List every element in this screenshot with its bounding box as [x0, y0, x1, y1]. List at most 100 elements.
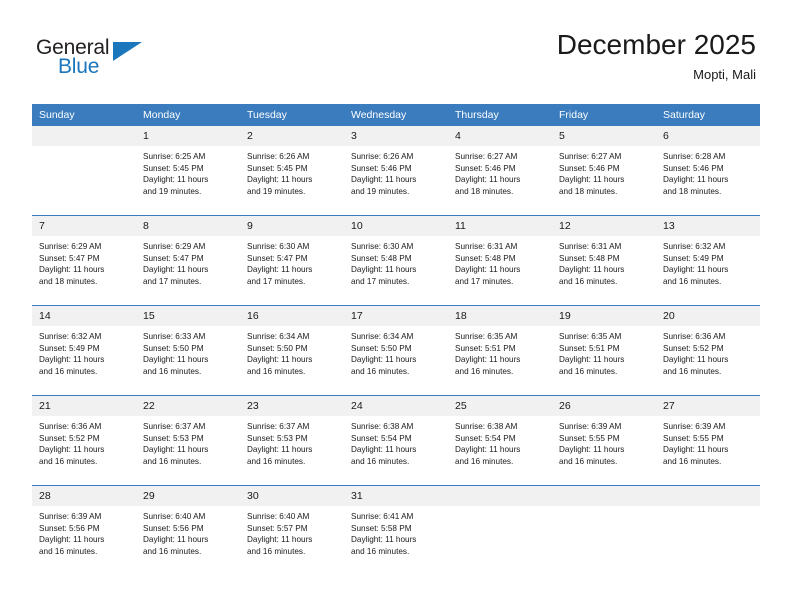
daylight-text-line2: and 16 minutes. — [143, 456, 202, 466]
sunset-text: Sunset: 5:48 PM — [559, 253, 620, 263]
daylight-text-line2: and 17 minutes. — [143, 276, 202, 286]
day-number: 5 — [552, 126, 656, 146]
daylight-text-line1: Daylight: 11 hours — [247, 265, 313, 275]
sunset-text: Sunset: 5:47 PM — [39, 253, 100, 263]
daylight-text-line2: and 16 minutes. — [559, 456, 618, 466]
day-cell-10[interactable]: 10 Sunrise: 6:30 AM Sunset: 5:48 PM Dayligh… — [344, 215, 448, 306]
sunset-text: Sunset: 5:48 PM — [351, 253, 412, 263]
daylight-text-line1: Daylight: 11 hours — [559, 175, 625, 185]
daylight-text-line1: Daylight: 11 hours — [351, 355, 417, 365]
calendar-table: Sunday Monday Tuesday Wednesday Thursday Frid… — [32, 104, 760, 575]
sunset-text: Sunset: 5:46 PM — [351, 163, 412, 173]
day-number: 14 — [32, 306, 136, 326]
sunrise-text: Sunrise: 6:40 AM — [247, 512, 310, 521]
day-details: Sunrise: 6:36 AM Sunset: 5:52 PM Daylight:… — [32, 416, 136, 467]
day-cell-16[interactable]: 16 Sunrise: 6:34 AM Sunset: 5:50 PM Dayligh… — [240, 305, 344, 396]
daylight-text-line2: and 16 minutes. — [247, 546, 306, 556]
day-cell-27[interactable]: 27 Sunrise: 6:39 AM Sunset: 5:55 PM Dayligh… — [656, 395, 760, 486]
weekday-header-sunday: Sunday — [32, 104, 136, 126]
day-cell-1[interactable]: 1 Sunrise: 6:25 AM Sunset: 5:45 PM Daylight… — [136, 126, 240, 216]
daylight-text-line1: Daylight: 11 hours — [663, 265, 729, 275]
day-details: Sunrise: 6:29 AM Sunset: 5:47 PM Daylight:… — [32, 236, 136, 287]
daylight-text-line2: and 16 minutes. — [559, 276, 618, 286]
day-cell-9[interactable]: 9 Sunrise: 6:30 AM Sunset: 5:47 PM Daylight… — [240, 215, 344, 306]
day-cell-14[interactable]: 14 Sunrise: 6:32 AM Sunset: 5:49 PM Dayligh… — [32, 305, 136, 396]
daylight-text-line2: and 16 minutes. — [143, 366, 202, 376]
day-cell-20[interactable]: 20 Sunrise: 6:36 AM Sunset: 5:52 PM Dayligh… — [656, 305, 760, 396]
day-cell-30[interactable]: 30 Sunrise: 6:40 AM Sunset: 5:57 PM Dayligh… — [240, 485, 344, 575]
sunset-text: Sunset: 5:48 PM — [455, 253, 516, 263]
day-cell-4[interactable]: 4 Sunrise: 6:27 AM Sunset: 5:46 PM Daylight… — [448, 126, 552, 216]
day-cell-21[interactable]: 21 Sunrise: 6:36 AM Sunset: 5:52 PM Dayligh… — [32, 395, 136, 486]
sunrise-text: Sunrise: 6:35 AM — [559, 332, 622, 341]
day-number: 9 — [240, 216, 344, 236]
daylight-text-line2: and 19 minutes. — [247, 186, 306, 196]
day-cell-23[interactable]: 23 Sunrise: 6:37 AM Sunset: 5:53 PM Dayligh… — [240, 395, 344, 486]
sunrise-text: Sunrise: 6:26 AM — [351, 152, 414, 161]
daylight-text-line1: Daylight: 11 hours — [247, 355, 313, 365]
day-cell-19[interactable]: 19 Sunrise: 6:35 AM Sunset: 5:51 PM Dayligh… — [552, 305, 656, 396]
day-number: 22 — [136, 396, 240, 416]
day-cell-15[interactable]: 15 Sunrise: 6:33 AM Sunset: 5:50 PM Dayligh… — [136, 305, 240, 396]
day-details: Sunrise: 6:29 AM Sunset: 5:47 PM Daylight:… — [136, 236, 240, 287]
calendar-week-row: 14 Sunrise: 6:32 AM Sunset: 5:49 PM Dayligh… — [32, 305, 760, 396]
weekday-header-tuesday: Tuesday — [240, 104, 344, 126]
sunset-text: Sunset: 5:51 PM — [455, 343, 516, 353]
day-details: Sunrise: 6:36 AM Sunset: 5:52 PM Daylight:… — [656, 326, 760, 377]
day-details: Sunrise: 6:35 AM Sunset: 5:51 PM Daylight:… — [552, 326, 656, 377]
daylight-text-line1: Daylight: 11 hours — [559, 265, 625, 275]
day-cell-12[interactable]: 12 Sunrise: 6:31 AM Sunset: 5:48 PM Dayligh… — [552, 215, 656, 306]
day-details: Sunrise: 6:33 AM Sunset: 5:50 PM Daylight:… — [136, 326, 240, 377]
day-cell-31[interactable]: 31 Sunrise: 6:41 AM Sunset: 5:58 PM Dayligh… — [344, 485, 448, 575]
daylight-text-line1: Daylight: 11 hours — [143, 535, 209, 545]
day-number: 20 — [656, 306, 760, 326]
sunset-text: Sunset: 5:46 PM — [559, 163, 620, 173]
day-cell-13[interactable]: 13 Sunrise: 6:32 AM Sunset: 5:49 PM Dayligh… — [656, 215, 760, 306]
sunset-text: Sunset: 5:47 PM — [247, 253, 308, 263]
daylight-text-line1: Daylight: 11 hours — [247, 175, 313, 185]
day-cell-6[interactable]: 6 Sunrise: 6:28 AM Sunset: 5:46 PM Daylight… — [656, 126, 760, 216]
day-cell-3[interactable]: 3 Sunrise: 6:26 AM Sunset: 5:46 PM Daylight… — [344, 126, 448, 216]
daylight-text-line2: and 16 minutes. — [663, 366, 722, 376]
sunset-text: Sunset: 5:57 PM — [247, 523, 308, 533]
day-cell-11[interactable]: 11 Sunrise: 6:31 AM Sunset: 5:48 PM Dayligh… — [448, 215, 552, 306]
day-number — [448, 486, 552, 506]
day-number: 11 — [448, 216, 552, 236]
day-details: Sunrise: 6:38 AM Sunset: 5:54 PM Daylight:… — [344, 416, 448, 467]
day-cell-7[interactable]: 7 Sunrise: 6:29 AM Sunset: 5:47 PM Daylight… — [32, 215, 136, 306]
sunrise-text: Sunrise: 6:26 AM — [247, 152, 310, 161]
daylight-text-line2: and 18 minutes. — [39, 276, 98, 286]
sunrise-text: Sunrise: 6:39 AM — [663, 422, 726, 431]
day-number: 19 — [552, 306, 656, 326]
sunrise-text: Sunrise: 6:32 AM — [39, 332, 102, 341]
daylight-text-line2: and 16 minutes. — [247, 456, 306, 466]
day-cell-18[interactable]: 18 Sunrise: 6:35 AM Sunset: 5:51 PM Dayligh… — [448, 305, 552, 396]
day-cell-26[interactable]: 26 Sunrise: 6:39 AM Sunset: 5:55 PM Dayligh… — [552, 395, 656, 486]
day-number — [656, 486, 760, 506]
day-number: 25 — [448, 396, 552, 416]
daylight-text-line2: and 18 minutes. — [559, 186, 618, 196]
day-cell-29[interactable]: 29 Sunrise: 6:40 AM Sunset: 5:56 PM Dayligh… — [136, 485, 240, 575]
day-cell-28[interactable]: 28 Sunrise: 6:39 AM Sunset: 5:56 PM Dayligh… — [32, 485, 136, 575]
day-cell-empty — [448, 485, 552, 575]
sunrise-text: Sunrise: 6:36 AM — [39, 422, 102, 431]
day-cell-8[interactable]: 8 Sunrise: 6:29 AM Sunset: 5:47 PM Daylight… — [136, 215, 240, 306]
daylight-text-line1: Daylight: 11 hours — [351, 445, 417, 455]
day-number: 23 — [240, 396, 344, 416]
daylight-text-line2: and 18 minutes. — [663, 186, 722, 196]
day-cell-2[interactable]: 2 Sunrise: 6:26 AM Sunset: 5:45 PM Daylight… — [240, 126, 344, 216]
sunset-text: Sunset: 5:55 PM — [663, 433, 724, 443]
day-details: Sunrise: 6:34 AM Sunset: 5:50 PM Daylight:… — [344, 326, 448, 377]
daylight-text-line1: Daylight: 11 hours — [143, 355, 209, 365]
day-cell-24[interactable]: 24 Sunrise: 6:38 AM Sunset: 5:54 PM Dayligh… — [344, 395, 448, 486]
sunrise-text: Sunrise: 6:38 AM — [455, 422, 518, 431]
day-cell-17[interactable]: 17 Sunrise: 6:34 AM Sunset: 5:50 PM Dayligh… — [344, 305, 448, 396]
sunrise-text: Sunrise: 6:33 AM — [143, 332, 206, 341]
day-cell-25[interactable]: 25 Sunrise: 6:38 AM Sunset: 5:54 PM Dayligh… — [448, 395, 552, 486]
daylight-text-line1: Daylight: 11 hours — [663, 175, 729, 185]
day-cell-22[interactable]: 22 Sunrise: 6:37 AM Sunset: 5:53 PM Dayligh… — [136, 395, 240, 486]
day-cell-5[interactable]: 5 Sunrise: 6:27 AM Sunset: 5:46 PM Daylight… — [552, 126, 656, 216]
sunset-text: Sunset: 5:54 PM — [351, 433, 412, 443]
brand-logo[interactable]: General Blue — [36, 36, 226, 86]
daylight-text-line2: and 16 minutes. — [39, 456, 98, 466]
